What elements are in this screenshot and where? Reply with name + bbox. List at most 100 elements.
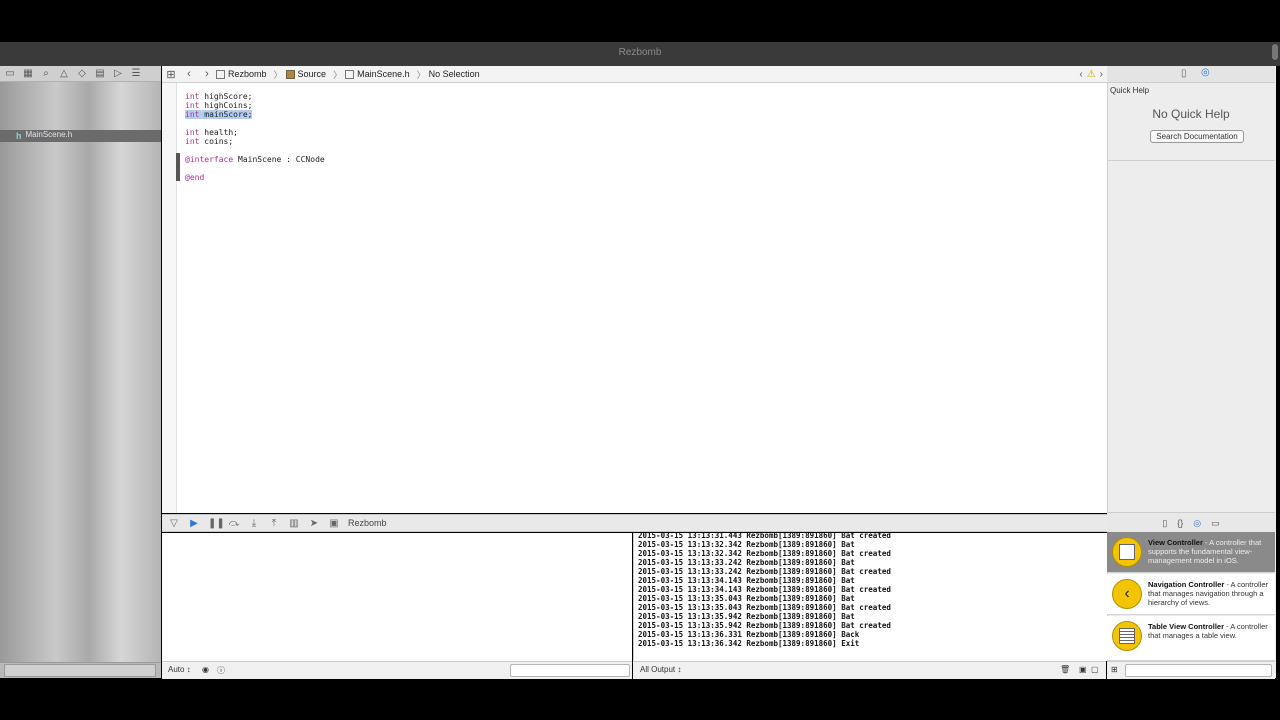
breakpoint-icon[interactable]: ▷ xyxy=(112,68,124,79)
no-quick-help-text: No Quick Help xyxy=(1152,107,1230,121)
tree-row[interactable] xyxy=(0,108,161,120)
console-output[interactable]: 2015-03-15 13:13:31.443 Rezbomb[1389:891… xyxy=(633,533,1107,661)
console-line: 2015-03-15 13:13:35.942 Rezbomb[1389:891… xyxy=(638,621,891,630)
console-line: 2015-03-15 13:13:35.043 Rezbomb[1389:891… xyxy=(638,594,855,603)
library-toolbar: ▯ {} ◎ ▭ xyxy=(1107,512,1275,534)
project-icon xyxy=(216,69,225,79)
console-line: 2015-03-15 13:13:33.242 Rezbomb[1389:891… xyxy=(638,558,855,567)
console-line: 2015-03-15 13:13:35.942 Rezbomb[1389:891… xyxy=(638,612,855,621)
target-icon: ▣ xyxy=(329,517,339,529)
breadcrumb-separator: 〉 xyxy=(273,69,283,80)
editor-gutter[interactable] xyxy=(162,83,177,513)
variables-view[interactable] xyxy=(162,533,632,661)
file-inspector-icon[interactable]: ▯ xyxy=(1181,68,1187,79)
code-line[interactable]: int coins; xyxy=(185,137,233,146)
breakpoints-toggle-icon[interactable]: ▶ xyxy=(188,518,200,529)
object-library-icon[interactable]: ◎ xyxy=(1193,518,1201,529)
breadcrumb-separator: 〉 xyxy=(333,69,343,80)
step-over-icon[interactable]: ⤼ xyxy=(228,518,240,529)
step-into-icon[interactable]: ⤓ xyxy=(248,518,260,529)
table-view-controller-icon xyxy=(1112,621,1142,651)
source-editor[interactable] xyxy=(162,83,1107,513)
view-hierarchy-icon[interactable]: ▥ xyxy=(288,518,300,529)
file-template-icon[interactable]: ▯ xyxy=(1162,518,1167,529)
header-file-icon: h xyxy=(16,130,22,141)
console-line: 2015-03-15 13:13:34.143 Rezbomb[1389:891… xyxy=(638,585,891,594)
warning-icon[interactable]: ⚠ xyxy=(1087,69,1096,80)
change-marker xyxy=(176,153,180,181)
tree-row[interactable] xyxy=(0,84,161,96)
breadcrumb-group[interactable]: Source xyxy=(285,69,326,79)
header-file-icon xyxy=(345,69,355,79)
symbol-icon[interactable]: ▦ xyxy=(22,68,34,79)
code-line[interactable]: int highScore; xyxy=(185,92,252,101)
code-line[interactable]: int highCoins; xyxy=(185,101,252,110)
console-line: 2015-03-15 13:13:36.331 Rezbomb[1389:891… xyxy=(638,630,860,639)
tree-row-label: MainScene.h xyxy=(25,130,73,139)
breadcrumb-symbol[interactable]: No Selection xyxy=(429,69,480,79)
hide-debug-area-icon[interactable]: ▽ xyxy=(168,518,180,529)
search-icon[interactable]: ⌕ xyxy=(40,68,52,79)
code-line-selected[interactable]: int mainScore; xyxy=(185,110,253,119)
divider xyxy=(1107,160,1275,161)
console-line: 2015-03-15 13:13:36.342 Rezbomb[1389:891… xyxy=(638,639,860,648)
library-item[interactable]: Table View Controller - A controller tha… xyxy=(1107,616,1275,661)
navigator-filter-input[interactable] xyxy=(4,664,156,677)
jump-bar-right: ‹ ⚠ › xyxy=(1079,66,1103,82)
console-bottom-bar: All Output ↕ 🗑 ▣ ▢ xyxy=(633,661,1106,679)
variables-filter-input[interactable] xyxy=(510,664,630,677)
grid-view-icon[interactable]: ⊞ xyxy=(1111,665,1118,674)
inspector-toolbar: ▯ ◎ xyxy=(1107,66,1275,83)
split-view-left-icon[interactable]: ▣ xyxy=(1079,665,1087,674)
quick-help-icon[interactable]: ◎ xyxy=(1201,67,1210,78)
tree-row-selected[interactable]: h MainScene.h xyxy=(0,130,161,142)
jump-bar: ⊞ ‹ › Rezbomb 〉 Source 〉 MainScene.h 〉 N… xyxy=(162,66,1107,83)
library-filter-input[interactable] xyxy=(1125,664,1272,677)
breadcrumb-file[interactable]: MainScene.h xyxy=(345,69,410,79)
related-items-icon[interactable]: ⊞ xyxy=(162,68,180,81)
step-out-icon[interactable]: ⤒ xyxy=(268,518,280,529)
navigator-toolbar: ▭ ▦ ⌕ △ ◇ ▤ ▷ ☰ xyxy=(0,66,161,82)
previous-issue-icon[interactable]: ‹ xyxy=(1079,69,1082,80)
project-navigator: ▭ ▦ ⌕ △ ◇ ▤ ▷ ☰ h MainScene.h xyxy=(0,66,161,678)
tree-row[interactable] xyxy=(0,96,161,108)
console-line: 2015-03-15 13:13:35.043 Rezbomb[1389:891… xyxy=(638,603,891,612)
folder-icon[interactable]: ▭ xyxy=(4,68,16,79)
forward-button[interactable]: › xyxy=(198,68,216,80)
console-line: 2015-03-15 13:13:33.242 Rezbomb[1389:891… xyxy=(638,567,891,576)
console-line: 2015-03-15 13:13:31.443 Rezbomb[1389:891… xyxy=(638,533,891,540)
quick-help-heading: Quick Help xyxy=(1110,86,1150,95)
library-item[interactable]: View Controller - A controller that supp… xyxy=(1107,532,1275,573)
breadcrumb-project[interactable]: Rezbomb xyxy=(216,69,267,79)
pause-icon[interactable]: ❚❚ xyxy=(208,518,225,529)
test-icon[interactable]: ◇ xyxy=(76,68,88,79)
console-line: 2015-03-15 13:13:32.342 Rezbomb[1389:891… xyxy=(638,549,891,558)
output-select[interactable]: All Output ↕ xyxy=(640,665,681,674)
library-item[interactable]: ‹ Navigation Controller - A controller t… xyxy=(1107,574,1275,615)
code-line[interactable]: int health; xyxy=(185,128,238,137)
location-icon[interactable]: ➤ xyxy=(308,518,320,529)
eye-icon[interactable]: ◉ xyxy=(202,665,209,674)
debug-icon[interactable]: ▤ xyxy=(94,68,106,79)
back-button[interactable]: ‹ xyxy=(180,68,198,80)
library-filter-bar: ⊞ xyxy=(1107,661,1275,679)
split-view-right-icon[interactable]: ▢ xyxy=(1091,665,1099,674)
code-snippet-icon[interactable]: {} xyxy=(1177,518,1183,528)
debug-bar: ▽ ▶ ❚❚ ⤼ ⤓ ⤒ ▥ ➤ ▣ Rezbomb xyxy=(162,514,1107,532)
auto-select[interactable]: Auto ↕ xyxy=(168,665,191,674)
next-issue-icon[interactable]: › xyxy=(1100,69,1103,80)
code-line[interactable]: @end xyxy=(185,173,204,182)
folder-icon xyxy=(285,69,295,79)
info-icon[interactable]: ⓘ xyxy=(217,665,225,676)
console-line: 2015-03-15 13:13:32.342 Rezbomb[1389:891… xyxy=(638,540,855,549)
breadcrumb-separator: 〉 xyxy=(416,69,426,80)
warning-icon[interactable]: △ xyxy=(58,68,70,79)
log-icon[interactable]: ☰ xyxy=(130,68,142,79)
trash-icon[interactable]: 🗑 xyxy=(1060,665,1070,674)
variables-bottom-bar: Auto ↕ ◉ ⓘ xyxy=(162,661,632,679)
search-documentation-button[interactable]: Search Documentation xyxy=(1150,130,1244,143)
code-line[interactable]: @interface MainScene : CCNode xyxy=(185,155,325,164)
debug-target-label[interactable]: Rezbomb xyxy=(348,518,387,528)
scroll-indicator[interactable] xyxy=(1272,44,1278,60)
media-library-icon[interactable]: ▭ xyxy=(1211,518,1220,529)
